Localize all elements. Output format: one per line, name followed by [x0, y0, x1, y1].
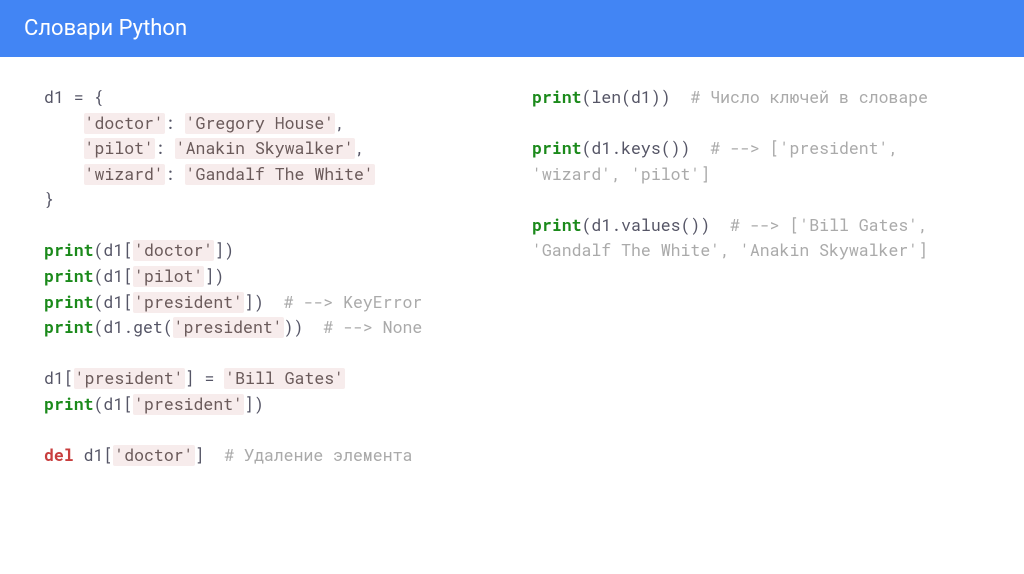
string-literal: 'doctor': [133, 240, 214, 261]
keyword-print: print: [44, 394, 94, 415]
code-text: d1[: [44, 368, 74, 389]
code-indent: [44, 138, 84, 159]
code-text: :: [165, 113, 185, 134]
keyword-print: print: [44, 240, 94, 261]
keyword-print: print: [44, 266, 94, 287]
code-text: ]): [204, 266, 224, 287]
slide-content: d1 = { 'doctor': 'Gregory House', 'pilot…: [0, 57, 1024, 496]
comment: # Удаление элемента: [224, 445, 412, 466]
string-literal: 'pilot': [133, 266, 204, 287]
code-text: ]): [244, 394, 264, 415]
code-text: ]): [244, 292, 284, 313]
code-text: d1[: [74, 445, 114, 466]
left-column: d1 = { 'doctor': 'Gregory House', 'pilot…: [44, 85, 492, 468]
code-block-left: d1 = { 'doctor': 'Gregory House', 'pilot…: [44, 85, 492, 468]
keyword-print: print: [532, 87, 582, 108]
code-text: (d1[: [94, 292, 134, 313]
keyword-print: print: [532, 215, 582, 236]
string-literal: 'doctor': [84, 113, 165, 134]
string-literal: 'Bill Gates': [224, 368, 345, 389]
string-literal: 'Anakin Skywalker': [175, 138, 355, 159]
string-literal: 'president': [173, 317, 284, 338]
keyword-print: print: [44, 317, 94, 338]
code-text: (d1[: [94, 394, 134, 415]
string-literal: 'president': [74, 368, 185, 389]
code-text: ]: [195, 445, 225, 466]
string-literal: 'pilot': [84, 138, 155, 159]
code-block-right: print(len(d1)) # Число ключей в словаре …: [532, 85, 980, 264]
string-literal: 'president': [133, 292, 244, 313]
string-literal: 'wizard': [84, 164, 165, 185]
comment: # Число ключей в словаре: [690, 87, 928, 108]
string-literal: 'doctor': [113, 445, 194, 466]
code-text: ]): [214, 240, 234, 261]
code-indent: [44, 113, 84, 134]
code-line: d1 = {: [44, 87, 103, 108]
code-text: ,: [355, 138, 365, 159]
keyword-print: print: [532, 138, 582, 159]
keyword-del: del: [44, 445, 74, 466]
slide-title: Словари Python: [24, 16, 187, 41]
code-text: (d1.keys()): [582, 138, 711, 159]
string-literal: 'Gandalf The White': [185, 164, 375, 185]
code-text: :: [165, 164, 185, 185]
code-text: ,: [335, 113, 345, 134]
code-text: :: [155, 138, 175, 159]
comment: # --> None: [323, 317, 422, 338]
string-literal: 'Gregory House': [185, 113, 336, 134]
code-indent: [44, 164, 84, 185]
string-literal: 'president': [133, 394, 244, 415]
code-text: )): [284, 317, 324, 338]
code-line: }: [44, 189, 54, 210]
code-text: (len(d1)): [582, 87, 691, 108]
code-text: (d1[: [94, 240, 134, 261]
slide-header: Словари Python: [0, 0, 1024, 57]
right-column: print(len(d1)) # Число ключей в словаре …: [532, 85, 980, 468]
code-text: (d1.values()): [582, 215, 731, 236]
code-text: ] =: [185, 368, 225, 389]
comment: # --> KeyError: [284, 292, 423, 313]
keyword-print: print: [44, 292, 94, 313]
code-text: (d1[: [94, 266, 134, 287]
code-text: (d1.get(: [94, 317, 173, 338]
